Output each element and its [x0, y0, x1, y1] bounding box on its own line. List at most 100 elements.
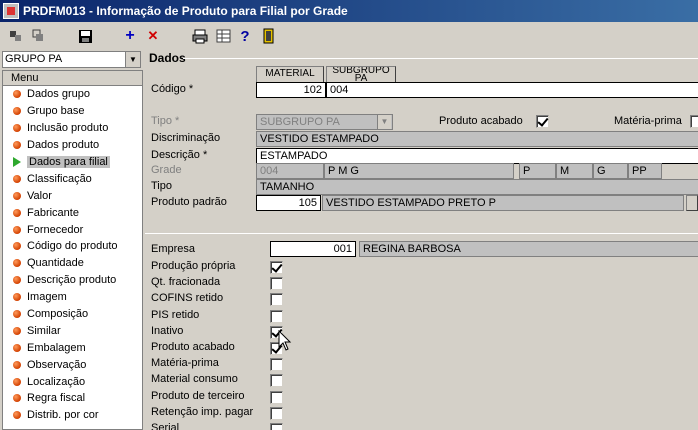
empresa-label: Empresa [151, 243, 196, 255]
menu-item[interactable]: Dados produto [3, 137, 142, 154]
materia-prima-checkbox[interactable] [690, 115, 698, 128]
menu-item[interactable]: Quantidade [3, 255, 142, 272]
filial-separator [145, 233, 698, 234]
menu-item-label: Dados produto [27, 139, 100, 152]
group-combo-value: GRUPO PA [5, 53, 63, 65]
menu-item[interactable]: Fornecedor [3, 221, 142, 238]
filial-checkbox[interactable] [270, 374, 283, 388]
menu-item[interactable]: Valor [3, 187, 142, 204]
menu-item-label: Fornecedor [27, 223, 84, 236]
bullet-icon [13, 343, 21, 352]
codigo-subgrupo-field[interactable]: 004 [326, 82, 698, 98]
filial-checkbox[interactable] [270, 423, 283, 430]
bullet-icon [13, 208, 21, 217]
grade-name-field: P M G [324, 163, 514, 179]
menu-item-label: Distrib. por cor [27, 409, 99, 422]
filial-checkbox[interactable] [270, 293, 283, 307]
menu-item[interactable]: Dados grupo [3, 86, 142, 103]
codigo-material-field[interactable]: 102 [256, 82, 326, 98]
bullet-icon [13, 394, 21, 403]
title-bar: PRDFM013 - Informação de Produto para Fi… [0, 0, 698, 22]
menu-item[interactable]: Composição [3, 306, 142, 323]
menu-item[interactable]: Regra fiscal [3, 390, 142, 407]
produto-acabado-checkbox[interactable] [536, 115, 549, 128]
empresa-code-field[interactable]: 001 [270, 241, 356, 257]
produto-padrao-code-field[interactable]: 105 [256, 195, 321, 211]
bullet-icon [13, 377, 21, 386]
bullet-icon [13, 90, 21, 99]
menu-item[interactable]: Distrib. por cor [3, 407, 142, 424]
menu-list: Menu Dados grupo Grupo base Inclusão produ… [2, 70, 143, 430]
bullet-icon [13, 360, 21, 369]
help-icon[interactable]: ? [236, 27, 254, 45]
menu-item[interactable]: Classificação [3, 170, 142, 187]
descricao-field[interactable]: ESTAMPADO [256, 148, 698, 164]
menu-item[interactable]: Fabricante [3, 204, 142, 221]
filial-checkbox[interactable] [270, 277, 283, 291]
menu-item[interactable]: Dados para filial [3, 154, 142, 171]
menu-item-label: Classificação [27, 172, 92, 185]
filial-checkbox[interactable] [270, 406, 283, 420]
menu-item-label: Similar [27, 324, 61, 337]
descricao-label: Descrição * [151, 149, 208, 161]
menu-item-label: Quantidade [27, 257, 84, 270]
produto-padrao-lookup-button[interactable] [686, 195, 698, 211]
menu-item-label: Imagem [27, 291, 67, 304]
menu-item[interactable]: Embalagem [3, 339, 142, 356]
exit-door-icon[interactable] [259, 27, 277, 45]
dados-group-title: Dados [149, 51, 186, 65]
filial-check-label: Qt. fracionada [151, 276, 221, 289]
first-record-icon[interactable] [7, 27, 25, 45]
main-panel: Dados MATERIAL SUBGRUPO PA Código * 102 … [145, 50, 698, 430]
filial-check-label: Material consumo [151, 373, 238, 386]
menu-item-label: Composição [27, 308, 89, 321]
bullet-icon [13, 310, 21, 319]
add-icon[interactable]: + [121, 27, 139, 45]
menu-item[interactable]: Descrição produto [3, 272, 142, 289]
menu-item-label: Regra fiscal [27, 392, 86, 405]
window-title: PRDFM013 - Informação de Produto para Fi… [23, 4, 348, 18]
dados-group-line [183, 58, 698, 59]
menu-item[interactable]: Localização [3, 373, 142, 390]
grade-size-3: G [593, 163, 628, 179]
menu-item[interactable]: Grupo base [3, 103, 142, 120]
tipo-grade-label: Tipo [151, 180, 172, 192]
bullet-icon [13, 276, 21, 285]
print-icon[interactable] [191, 27, 209, 45]
grade-size-4: PP [628, 163, 662, 179]
produto-padrao-label: Produto padrão [151, 196, 227, 208]
grade-size-1: P [519, 163, 556, 179]
copy-record-icon[interactable] [29, 27, 47, 45]
menu-item[interactable]: Código do produto [3, 238, 142, 255]
bullet-icon [13, 242, 21, 251]
grid-view-icon[interactable] [214, 27, 232, 45]
save-icon[interactable] [76, 27, 94, 45]
menu-item-label: Inclusão produto [27, 122, 109, 135]
filial-check-label: Produção própria [151, 260, 236, 272]
bullet-icon [13, 411, 21, 420]
menu-item-label: Localização [27, 375, 86, 388]
menu-item-label: Fabricante [27, 206, 79, 219]
discriminacao-field: VESTIDO ESTAMPADO [256, 131, 698, 147]
grade-code-field: 004 [256, 163, 324, 179]
filial-check-label: COFINS retido [151, 292, 224, 305]
bullet-icon [13, 174, 21, 183]
filial-checkbox[interactable] [270, 358, 283, 372]
menu-item-label: Embalagem [27, 341, 86, 354]
filial-checkbox[interactable] [270, 309, 283, 323]
filial-checkbox[interactable] [270, 261, 283, 274]
filial-check-label: Matéria-prima [151, 357, 219, 370]
bullet-icon [13, 225, 21, 234]
bullet-icon [13, 107, 21, 116]
menu-item[interactable]: Observação [3, 356, 142, 373]
filial-checkbox[interactable] [270, 390, 283, 404]
menu-item[interactable]: Inclusão produto [3, 120, 142, 137]
toolbar: + ✕ ? [0, 24, 698, 48]
filial-check-label: Produto acabado [151, 341, 235, 353]
bullet-icon [13, 141, 21, 150]
menu-item[interactable]: Imagem [3, 289, 142, 306]
menu-item[interactable]: Similar [3, 322, 142, 339]
delete-icon[interactable]: ✕ [144, 27, 162, 45]
chevron-down-icon[interactable]: ▼ [125, 52, 140, 67]
group-combo[interactable]: GRUPO PA ▼ [2, 51, 141, 68]
